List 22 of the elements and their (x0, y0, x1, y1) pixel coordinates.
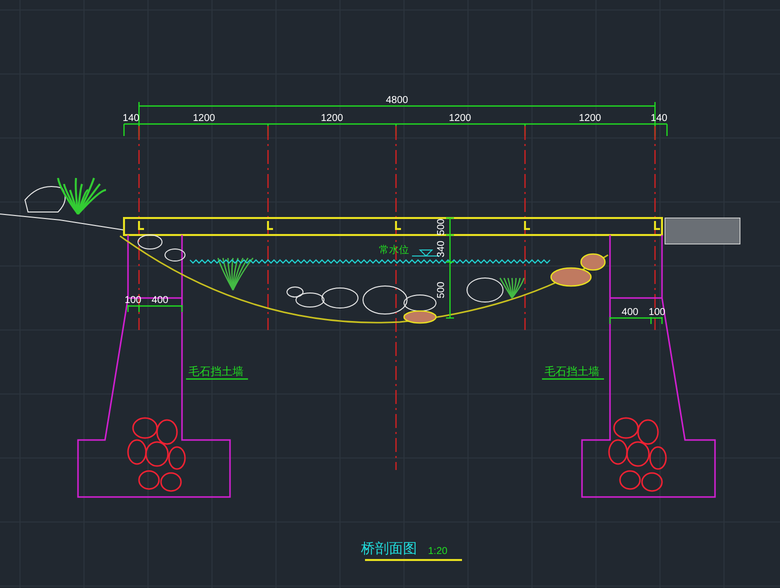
dimension-text: 500 (436, 282, 447, 298)
dimension-text: 400 (152, 295, 168, 306)
dimension-text: 1200 (448, 113, 472, 124)
wall-label: 毛石挡土墙 (544, 366, 600, 378)
drawing-title: 桥剖面图 (361, 540, 417, 556)
dimension-text: 4800 (386, 95, 408, 106)
dimension-text: 500 (436, 218, 447, 236)
wall-label: 毛石挡土墙 (188, 366, 244, 378)
dimension-text: 1200 (192, 113, 216, 124)
dimension-text: 1200 (320, 113, 344, 124)
dimension-text: 1200 (578, 113, 602, 124)
dimension-line (127, 305, 183, 312)
scale-text: 1:20 (428, 546, 448, 557)
dimension-text: 400 (622, 307, 638, 318)
leader-line (542, 378, 604, 380)
leader-line (186, 378, 248, 380)
hatched-stone-drawing (550, 253, 606, 287)
dimension-line (609, 317, 663, 324)
rock-drawing (138, 234, 186, 262)
grass-drawing (499, 278, 525, 298)
grass-drawing (217, 258, 254, 290)
dimension-text: 340 (436, 240, 447, 258)
